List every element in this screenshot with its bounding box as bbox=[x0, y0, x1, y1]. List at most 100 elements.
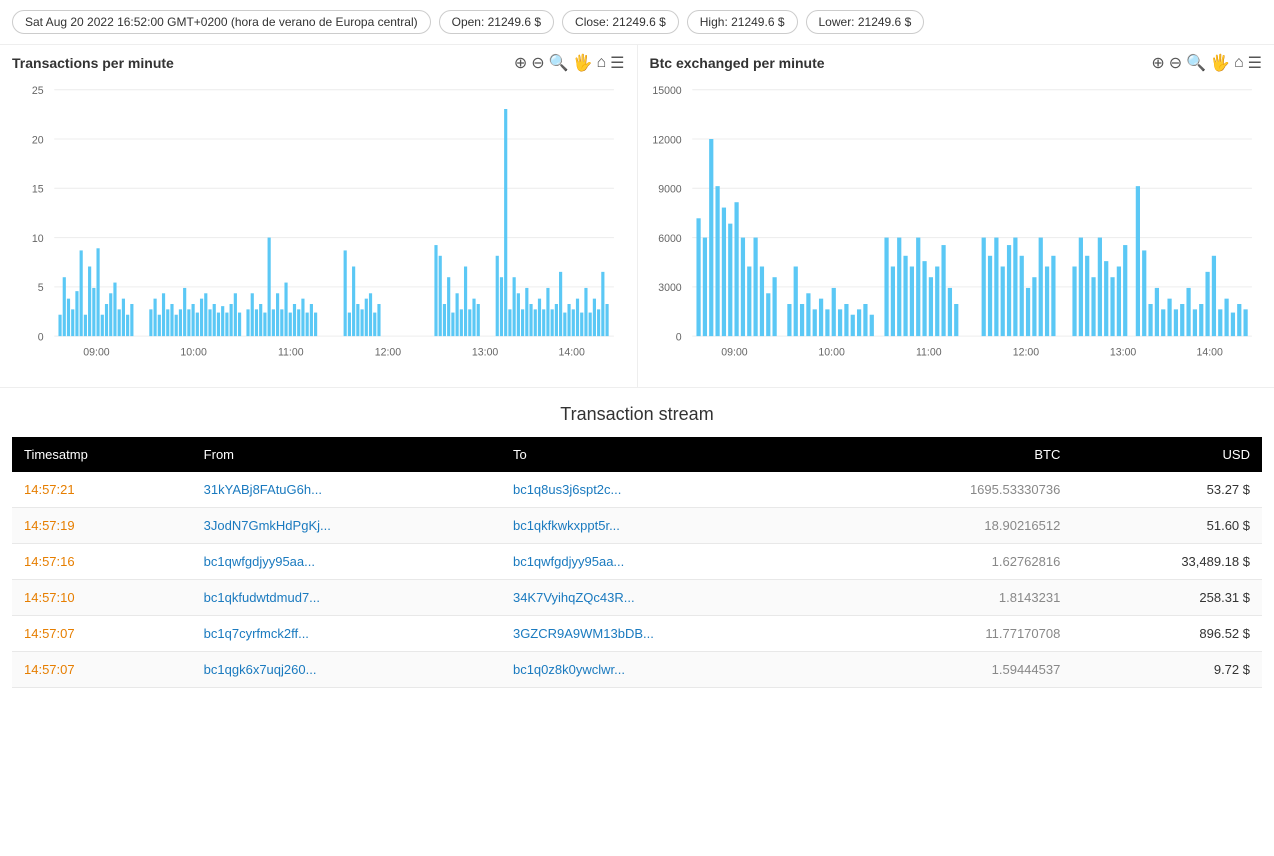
svg-text:14:00: 14:00 bbox=[1196, 346, 1222, 358]
zoom-in-icon[interactable]: ⊕ bbox=[514, 53, 527, 73]
cell-usd: 9.72 $ bbox=[1072, 652, 1262, 688]
cell-from: bc1qwfgdjyy95aa... bbox=[192, 544, 501, 580]
tx-to-link[interactable]: bc1q0z8k0ywclwr... bbox=[513, 662, 625, 677]
magnifier-icon-right[interactable]: 🔍 bbox=[1186, 53, 1206, 73]
tx-time: 14:57:19 bbox=[24, 518, 75, 533]
cell-btc: 1695.53330736 bbox=[838, 472, 1072, 508]
cell-from: 31kYABj8FAtuG6h... bbox=[192, 472, 501, 508]
tx-usd-value: 896.52 $ bbox=[1199, 626, 1250, 641]
svg-text:13:00: 13:00 bbox=[1109, 346, 1135, 358]
table-row: 14:57:19 3JodN7GmkHdPgKj... bc1qkfkwkxpp… bbox=[12, 508, 1262, 544]
svg-text:0: 0 bbox=[675, 331, 681, 343]
tx-to-link[interactable]: bc1q8us3j6spt2c... bbox=[513, 482, 621, 497]
tx-time: 14:57:21 bbox=[24, 482, 75, 497]
pan-icon-right[interactable]: 🖐 bbox=[1210, 53, 1230, 73]
cell-usd: 258.31 $ bbox=[1072, 580, 1262, 616]
col-timestamp: Timesatmp bbox=[12, 437, 192, 472]
lower-badge: Lower: 21249.6 $ bbox=[806, 10, 925, 34]
cell-time: 14:57:07 bbox=[12, 652, 192, 688]
cell-btc: 18.90216512 bbox=[838, 508, 1072, 544]
col-from: From bbox=[192, 437, 501, 472]
svg-text:10:00: 10:00 bbox=[180, 346, 206, 358]
cell-to: 3GZCR9A9WM13bDB... bbox=[501, 616, 838, 652]
svg-text:9000: 9000 bbox=[658, 184, 682, 196]
svg-text:15000: 15000 bbox=[652, 85, 681, 97]
zoom-out-icon[interactable]: ⊖ bbox=[531, 53, 544, 73]
cell-from: 3JodN7GmkHdPgKj... bbox=[192, 508, 501, 544]
right-chart-title: Btc exchanged per minute bbox=[650, 55, 825, 71]
top-bar: Sat Aug 20 2022 16:52:00 GMT+0200 (hora … bbox=[0, 0, 1274, 45]
tx-from-link[interactable]: 31kYABj8FAtuG6h... bbox=[204, 482, 322, 497]
cell-btc: 1.59444537 bbox=[838, 652, 1072, 688]
cell-usd: 53.27 $ bbox=[1072, 472, 1262, 508]
right-chart-controls[interactable]: ⊕ ⊖ 🔍 🖐 ⌂ ☰ bbox=[1151, 53, 1262, 73]
table-header: Timesatmp From To BTC USD bbox=[12, 437, 1262, 472]
table-row: 14:57:10 bc1qkfudwtdmud7... 34K7VyihqZQc… bbox=[12, 580, 1262, 616]
cell-from: bc1qgk6x7uqj260... bbox=[192, 652, 501, 688]
svg-text:10: 10 bbox=[32, 233, 44, 245]
cell-time: 14:57:21 bbox=[12, 472, 192, 508]
charts-section: Transactions per minute ⊕ ⊖ 🔍 🖐 ⌂ ☰ 25 bbox=[0, 45, 1274, 388]
tx-usd-value: 51.60 $ bbox=[1207, 518, 1250, 533]
tx-btc-value: 11.77170708 bbox=[985, 626, 1060, 641]
cell-usd: 51.60 $ bbox=[1072, 508, 1262, 544]
tx-to-link[interactable]: bc1qwfgdjyy95aa... bbox=[513, 554, 624, 569]
cell-btc: 11.77170708 bbox=[838, 616, 1072, 652]
svg-text:3000: 3000 bbox=[658, 282, 682, 294]
svg-text:11:00: 11:00 bbox=[278, 346, 304, 358]
tx-usd-value: 53.27 $ bbox=[1207, 482, 1250, 497]
svg-text:12:00: 12:00 bbox=[375, 346, 401, 358]
svg-text:6000: 6000 bbox=[658, 233, 682, 245]
svg-text:11:00: 11:00 bbox=[915, 346, 941, 358]
col-usd: USD bbox=[1072, 437, 1262, 472]
magnifier-icon[interactable]: 🔍 bbox=[549, 53, 569, 73]
menu-icon[interactable]: ☰ bbox=[610, 53, 624, 73]
cell-to: 34K7VyihqZQc43R... bbox=[501, 580, 838, 616]
home-icon-right[interactable]: ⌂ bbox=[1234, 54, 1244, 72]
table-header-row: Timesatmp From To BTC USD bbox=[12, 437, 1262, 472]
svg-text:13:00: 13:00 bbox=[472, 346, 498, 358]
tx-time: 14:57:16 bbox=[24, 554, 75, 569]
tx-from-link[interactable]: bc1qgk6x7uqj260... bbox=[204, 662, 317, 677]
tx-from-link[interactable]: bc1qkfudwtdmud7... bbox=[204, 590, 320, 605]
table-row: 14:57:07 bc1qgk6x7uqj260... bc1q0z8k0ywc… bbox=[12, 652, 1262, 688]
tx-btc-value: 18.90216512 bbox=[984, 518, 1060, 533]
cell-to: bc1q8us3j6spt2c... bbox=[501, 472, 838, 508]
left-chart-area: 25 20 15 10 5 0 09:00 10:00 11:00 12:00 … bbox=[12, 79, 625, 379]
cell-from: bc1qkfudwtdmud7... bbox=[192, 580, 501, 616]
svg-text:15: 15 bbox=[32, 184, 44, 196]
tx-to-link[interactable]: bc1qkfkwkxppt5r... bbox=[513, 518, 620, 533]
left-chart-controls[interactable]: ⊕ ⊖ 🔍 🖐 ⌂ ☰ bbox=[514, 53, 625, 73]
right-chart-header: Btc exchanged per minute ⊕ ⊖ 🔍 🖐 ⌂ ☰ bbox=[650, 53, 1263, 73]
svg-text:12000: 12000 bbox=[652, 134, 681, 146]
svg-text:14:00: 14:00 bbox=[558, 346, 584, 358]
cell-time: 14:57:19 bbox=[12, 508, 192, 544]
cell-time: 14:57:16 bbox=[12, 544, 192, 580]
transaction-section: Transaction stream Timesatmp From To BTC… bbox=[0, 388, 1274, 688]
left-chart-svg: 25 20 15 10 5 0 09:00 10:00 11:00 12:00 … bbox=[12, 79, 625, 379]
svg-text:0: 0 bbox=[38, 331, 44, 343]
tx-btc-value: 1.59444537 bbox=[992, 662, 1061, 677]
svg-text:09:00: 09:00 bbox=[83, 346, 109, 358]
col-btc: BTC bbox=[838, 437, 1072, 472]
cell-to: bc1qkfkwkxppt5r... bbox=[501, 508, 838, 544]
tx-to-link[interactable]: 34K7VyihqZQc43R... bbox=[513, 590, 635, 605]
tx-from-link[interactable]: bc1qwfgdjyy95aa... bbox=[204, 554, 315, 569]
tx-time: 14:57:07 bbox=[24, 662, 75, 677]
cell-usd: 896.52 $ bbox=[1072, 616, 1262, 652]
tx-btc-value: 1.62762816 bbox=[992, 554, 1061, 569]
svg-text:20: 20 bbox=[32, 134, 44, 146]
cell-usd: 33,489.18 $ bbox=[1072, 544, 1262, 580]
tx-from-link[interactable]: bc1q7cyrfmck2ff... bbox=[204, 626, 309, 641]
transaction-table: Timesatmp From To BTC USD 14:57:21 31kYA… bbox=[12, 437, 1262, 688]
menu-icon-right[interactable]: ☰ bbox=[1248, 53, 1262, 73]
pan-icon[interactable]: 🖐 bbox=[573, 53, 593, 73]
home-icon[interactable]: ⌂ bbox=[596, 54, 606, 72]
svg-text:09:00: 09:00 bbox=[721, 346, 747, 358]
svg-text:5: 5 bbox=[38, 282, 44, 294]
right-chart-area: 15000 12000 9000 6000 3000 0 09:00 10:00… bbox=[650, 79, 1263, 379]
tx-from-link[interactable]: 3JodN7GmkHdPgKj... bbox=[204, 518, 331, 533]
zoom-out-icon-right[interactable]: ⊖ bbox=[1169, 53, 1182, 73]
zoom-in-icon-right[interactable]: ⊕ bbox=[1151, 53, 1164, 73]
tx-to-link[interactable]: 3GZCR9A9WM13bDB... bbox=[513, 626, 654, 641]
